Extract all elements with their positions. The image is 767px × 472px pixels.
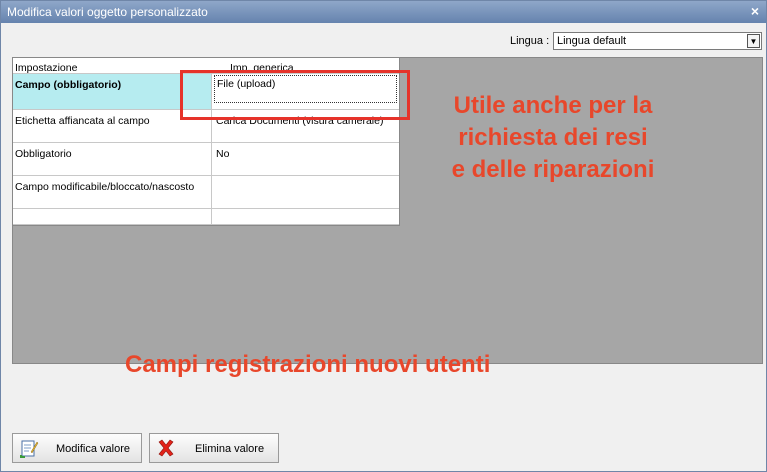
delete-value-button[interactable]: Elimina valore — [149, 433, 279, 463]
title-bar[interactable]: Modifica valori oggetto personalizzato × — [1, 1, 766, 23]
language-value: Lingua default — [557, 35, 627, 47]
row-key: Obbligatorio — [13, 143, 212, 175]
close-icon[interactable]: × — [751, 3, 759, 19]
table-row[interactable] — [13, 209, 399, 225]
row-key — [13, 209, 212, 224]
row-value — [213, 176, 399, 208]
annotation-line: richiesta dei resi — [458, 124, 648, 151]
edit-value-label: Modifica valore — [56, 443, 130, 455]
highlight-box — [180, 70, 410, 120]
window-title: Modifica valori oggetto personalizzato — [7, 5, 208, 19]
annotation-line: Utile anche per la — [453, 92, 653, 119]
table-row[interactable]: Campo modificabile/bloccato/nascosto — [13, 176, 399, 209]
row-value: No — [216, 148, 230, 160]
edit-document-icon — [20, 440, 39, 458]
annotation-caption: Campi registrazioni nuovi utenti — [125, 351, 491, 378]
dialog-window: Modifica valori oggetto personalizzato ×… — [0, 0, 767, 472]
row-value — [213, 209, 399, 224]
chevron-down-icon[interactable]: ▼ — [747, 34, 760, 48]
annotation-line: e delle riparazioni — [451, 156, 655, 183]
table-row[interactable]: Obbligatorio No — [13, 143, 399, 176]
red-x-icon — [158, 439, 174, 457]
annotation-note: Utile anche per la richiesta dei resi e … — [428, 90, 678, 186]
row-key: Campo modificabile/bloccato/nascosto — [13, 176, 212, 208]
language-select[interactable]: Lingua default ▼ — [553, 32, 762, 50]
column-header-setting: Impostazione — [15, 62, 78, 74]
delete-value-label: Elimina valore — [195, 443, 265, 455]
language-label: Lingua : — [510, 35, 550, 47]
edit-value-button[interactable]: Modifica valore — [12, 433, 142, 463]
